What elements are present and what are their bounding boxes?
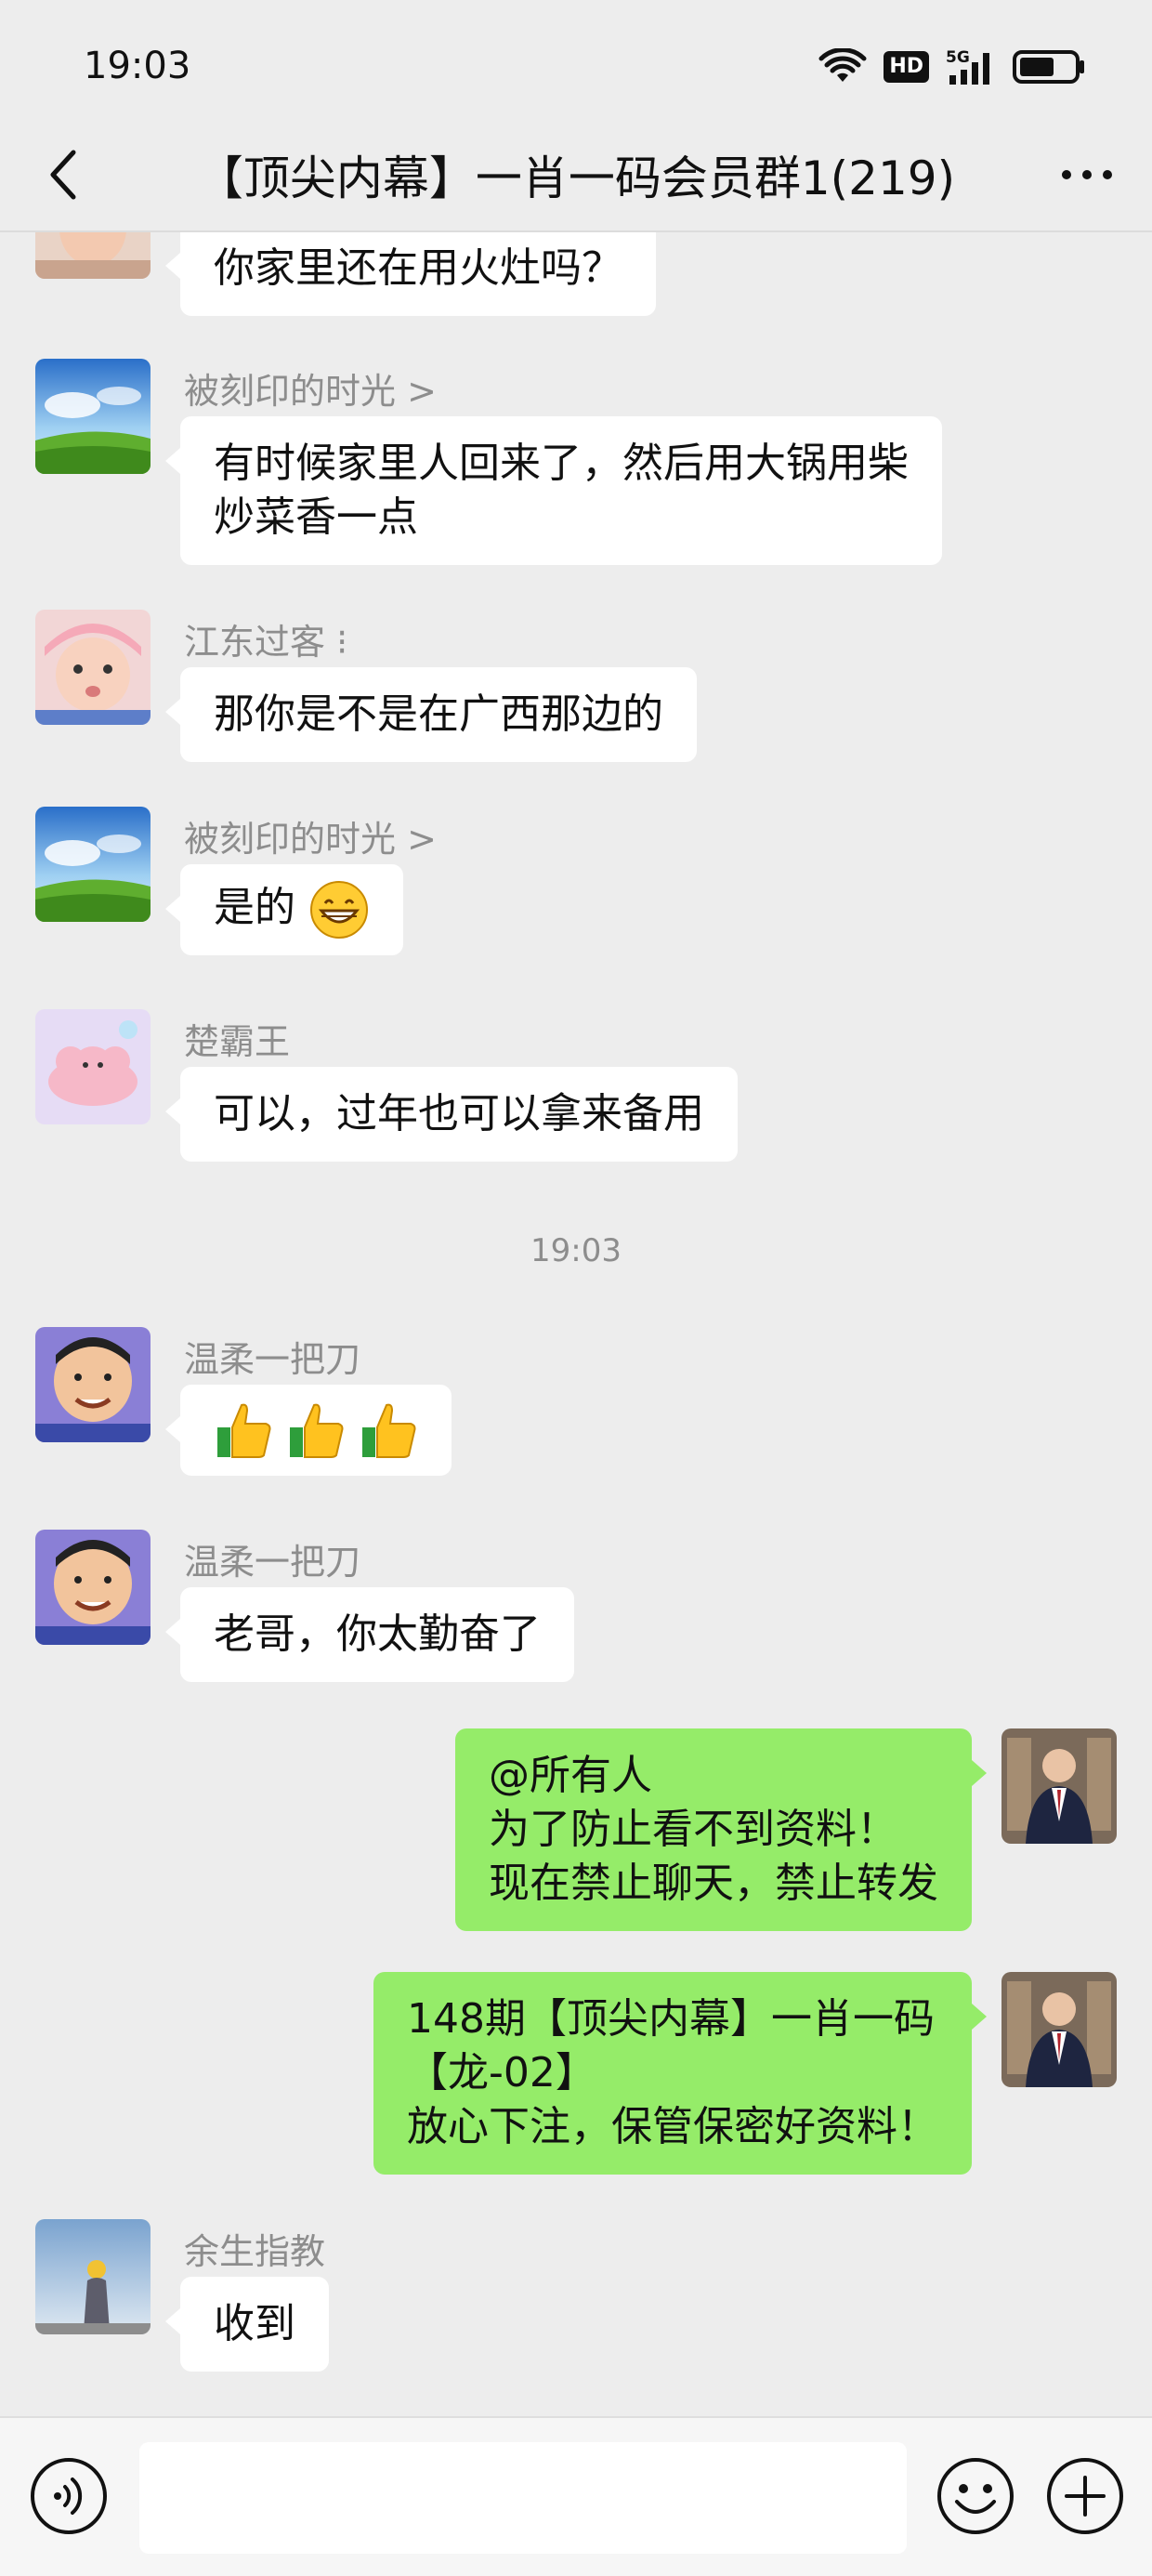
message-bubble[interactable]: 可以，过年也可以拿来备用 bbox=[165, 1067, 738, 1162]
chat-title: 【顶尖内幕】一肖一码会员群1(219) bbox=[196, 151, 956, 205]
signal-5g-icon: 5G bbox=[946, 48, 989, 85]
avatar-self[interactable] bbox=[1001, 1728, 1117, 1844]
plus-button[interactable] bbox=[1044, 2455, 1126, 2537]
thumbs-up-icon bbox=[362, 1403, 416, 1458]
voice-icon bbox=[31, 2458, 107, 2534]
time-separator: 19:03 bbox=[530, 1232, 622, 1269]
message-bubble[interactable]: 是的 bbox=[165, 864, 403, 955]
avatar[interactable] bbox=[35, 610, 151, 725]
thumbs-up-icon bbox=[217, 1403, 271, 1458]
message-bubble[interactable]: 收到 bbox=[165, 2277, 329, 2372]
battery-icon bbox=[1013, 50, 1084, 84]
message-bubble[interactable]: 你家里还在用火灶吗？ bbox=[165, 232, 656, 316]
sender-name[interactable]: 余生指教 bbox=[184, 2223, 325, 2274]
message-bubble[interactable] bbox=[165, 1385, 452, 1476]
voice-button[interactable] bbox=[28, 2455, 110, 2537]
avatar[interactable] bbox=[35, 807, 151, 922]
plus-icon bbox=[1047, 2458, 1123, 2534]
message-bubble-self[interactable]: @所有人 为了防止看不到资料！ 现在禁止聊天，禁止转发 bbox=[455, 1728, 987, 1931]
more-dots-icon bbox=[1062, 170, 1071, 179]
status-bar: 19:03 HD 5G bbox=[0, 0, 1152, 121]
sender-name[interactable]: 江东过客 ⁝ bbox=[184, 613, 347, 664]
avatar[interactable] bbox=[35, 359, 151, 474]
sender-name[interactable]: 被刻印的时光 > bbox=[184, 362, 437, 414]
sender-name[interactable]: 被刻印的时光 > bbox=[184, 810, 437, 861]
thumbs-up-icon bbox=[290, 1403, 344, 1458]
sender-name[interactable]: 楚霸王 bbox=[184, 1013, 290, 1064]
emoji-button[interactable] bbox=[935, 2455, 1016, 2537]
hd-icon: HD bbox=[884, 51, 929, 83]
status-time: 19:03 bbox=[84, 45, 191, 87]
message-bubble[interactable]: 有时候家里人回来了，然后用大锅用柴 炒菜香一点 bbox=[165, 416, 942, 565]
avatar[interactable] bbox=[35, 2219, 151, 2334]
message-bubble-self[interactable]: 148期【顶尖内幕】一肖一码 【龙-02】 放心下注，保管保密好资料！ bbox=[373, 1972, 987, 2175]
emoji-icon bbox=[937, 2458, 1014, 2534]
message-bubble[interactable]: 老哥，你太勤奋了 bbox=[165, 1587, 574, 1682]
avatar[interactable] bbox=[35, 1009, 151, 1124]
message-bubble[interactable]: 那你是不是在广西那边的 bbox=[165, 667, 697, 762]
title-bar: 【顶尖内幕】一肖一码会员群1(219) bbox=[0, 121, 1152, 229]
avatar[interactable] bbox=[35, 1327, 151, 1442]
sender-name[interactable]: 温柔一把刀 bbox=[184, 1331, 360, 1382]
sender-name[interactable]: 温柔一把刀 bbox=[184, 1533, 360, 1584]
avatar-self[interactable] bbox=[1001, 1972, 1117, 2087]
grinning-face-icon bbox=[310, 881, 368, 939]
avatar[interactable] bbox=[35, 232, 151, 279]
chat-area[interactable]: 你家里还在用火灶吗？ 被刻印的时光 > 有时候家里人回来了，然后用大锅用柴 炒菜… bbox=[0, 232, 1152, 2416]
wifi-icon bbox=[818, 48, 867, 82]
avatar[interactable] bbox=[35, 1530, 151, 1645]
message-input[interactable] bbox=[139, 2442, 907, 2554]
more-button[interactable] bbox=[1050, 147, 1124, 203]
input-bar bbox=[0, 2416, 1152, 2576]
status-icons: HD 5G bbox=[818, 46, 1087, 87]
svg-text:5G: 5G bbox=[946, 48, 970, 67]
